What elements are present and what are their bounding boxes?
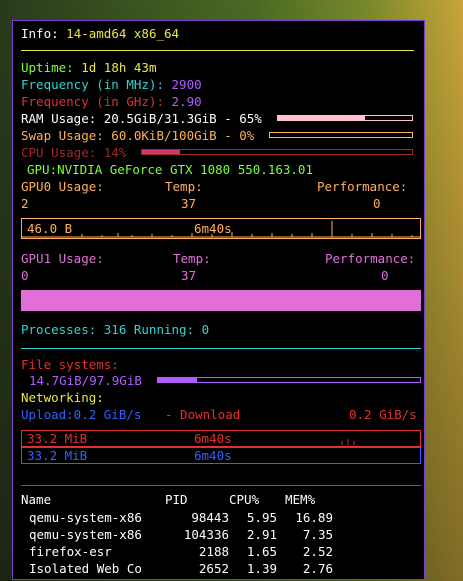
cpu-usage-text: CPU Usage: 14% [21,145,127,160]
upload-graph: 33.2 MiB 6m40s [21,447,421,464]
process-cpu: 1.65 [246,544,277,559]
networking-label: Networking: [21,390,104,405]
gpu1-perf-value: 0 [381,268,389,283]
process-pid: 2188 [198,544,229,559]
gpu1-usage-value: 0 [21,268,29,283]
info-row: Info: 14-amd64 x86_64 [21,26,179,41]
processes-text: Processes: 316 Running: 0 [21,322,210,337]
gpu0-graph-time: 6m40s [194,221,232,236]
filesystem-usage-bar-fill [158,378,198,382]
swap-usage-text: Swap Usage: 60.0KiB/100GiB - 0% [21,128,255,143]
uptime-label: Uptime: [21,60,74,75]
download-graph: 33.2 MiB 6m40s [21,430,421,447]
info-label: Info: [21,26,59,41]
upload-graph-time: 6m40s [194,448,232,463]
conky-panel: Info: 14-amd64 x86_64 Uptime: 1d 18h 43m… [12,20,425,580]
process-name: qemu-system-x86 [29,527,142,542]
cpu-usage-bar-fill [142,150,180,154]
upload-speed: Upload:0.2 GiB/s [21,407,142,422]
download-graph-spikes [341,439,355,445]
filesystems-label: File systems: [21,357,119,372]
gpu0-usage-label: GPU0 Usage: [21,179,104,194]
gpu0-usage-value: 2 [21,196,29,211]
download-label: - Download [165,407,241,422]
gpu0-perf-label: Performance: [317,179,408,194]
swap-usage-bar [269,132,413,138]
process-mem: 2.76 [302,561,333,576]
gpu0-temp-value: 37 [181,196,197,211]
process-pid: 104336 [183,527,229,542]
process-name: Isolated Web Co [29,561,142,576]
freq-mhz-row: Frequency (in MHz): 2900 [21,77,202,92]
upload-graph-max: 33.2 MiB [27,448,88,463]
gpu1-usage-label: GPU1 Usage: [21,251,104,266]
gpu0-perf-value: 0 [373,196,381,211]
divider [21,485,421,486]
ram-usage-text: RAM Usage: 20.5GiB/31.3GiB - 65% [21,111,262,126]
process-pid: 2652 [198,561,229,576]
process-name: firefox-esr [29,544,112,559]
gpu1-temp-value: 37 [181,268,197,283]
gpu-name: GPU:NVIDIA GeForce GTX 1080 550.163.01 [27,162,313,177]
freq-ghz-value: 2.90 [171,94,202,109]
ram-usage-bar-fill [278,116,366,120]
table-header-name: Name [21,492,52,507]
info-value: 14-amd64 x86_64 [66,26,180,41]
process-cpu: 1.39 [246,561,277,576]
ram-usage-bar [277,115,413,121]
table-header-cpu: CPU% [229,492,260,507]
freq-mhz-value: 2900 [171,77,202,92]
gpu0-usage-graph: 46.0 B 6m40s [21,218,421,239]
table-header-pid: PID [165,492,188,507]
freq-ghz-label: Frequency (in GHz): [21,94,164,109]
gpu0-temp-label: Temp: [165,179,203,194]
cpu-usage-bar [141,149,413,155]
filesystem-usage-text: 14.7GiB/97.9GiB [29,373,142,388]
process-mem: 7.35 [302,527,333,542]
divider [21,348,421,349]
gpu1-temp-label: Temp: [173,251,211,266]
divider [21,50,414,51]
gpu1-usage-graph [21,290,421,311]
uptime-value: 1d 18h 43m [81,60,157,75]
process-name: qemu-system-x86 [29,510,142,525]
process-cpu: 5.95 [246,510,277,525]
process-pid: 98443 [191,510,229,525]
process-mem: 2.52 [302,544,333,559]
gpu1-perf-label: Performance: [325,251,416,266]
uptime-row: Uptime: 1d 18h 43m [21,60,156,75]
freq-ghz-row: Frequency (in GHz): 2.90 [21,94,202,109]
download-speed: 0.2 GiB/s [349,407,417,422]
gpu0-graph-max: 46.0 B [27,221,73,236]
table-header-mem: MEM% [285,492,316,507]
process-cpu: 2.91 [246,527,277,542]
process-mem: 16.89 [295,510,333,525]
filesystem-usage-bar [157,377,421,383]
freq-mhz-label: Frequency (in MHz): [21,77,164,92]
